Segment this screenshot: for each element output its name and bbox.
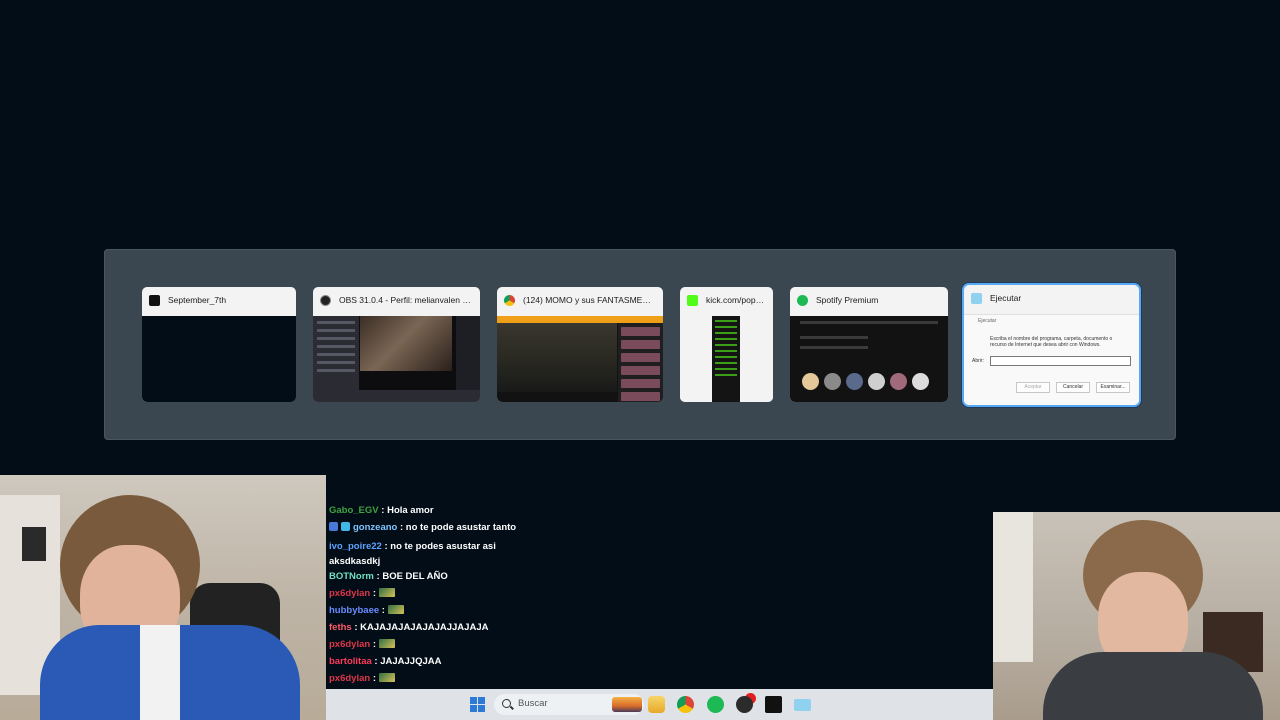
run-dialog-description: Escriba el nombre del programa, carpeta,… [990,336,1113,348]
chat-message: hubbybaee : [329,605,404,616]
run-dialog-icon [971,292,982,304]
chat-username: BOTNorm [329,571,374,582]
chrome-icon [504,294,515,306]
app-icon-black [149,294,160,306]
search-icon [502,699,511,708]
window-card-chrome[interactable]: (124) MOMO y sus FANTASMEADAS... [497,287,663,402]
emote-icon [387,605,404,614]
black-app-icon[interactable] [765,696,782,713]
chat-message: BOTNorm : BOE DEL AÑO [329,571,448,582]
chat-username: px6dylan [329,639,371,650]
obs-icon [320,294,331,306]
window-card-run[interactable]: Ejecutar Ejecutar Escriba el nombre del … [964,285,1139,405]
window-preview [680,316,773,402]
chat-message: gonzeano : no te pode asustar tanto [329,522,516,533]
emote-icon [379,588,395,597]
chat-username: Gabo_EGV [329,505,379,516]
chat-text: KAJAJAJAJAJAJAJJAJAJA [360,622,489,633]
window-title: September_7th [168,295,227,305]
window-title: kick.com/popo... [706,295,766,305]
search-placeholder: Buscar [518,698,548,709]
window-preview [790,316,948,402]
chat-username: bartolitaa [329,656,372,667]
chat-message: feths : KAJAJAJAJAJAJAJJAJAJA [329,622,489,633]
chrome-icon[interactable] [677,696,694,713]
run-dialog-open-label: Abrir: [972,358,984,364]
chat-text: Hola amor [387,505,434,516]
badge-icon [341,522,350,531]
emote-icon [379,639,395,648]
chat-message: px6dylan : [329,673,395,684]
chat-message: Gabo_EGV : Hola amor [329,505,434,516]
chat-message: px6dylan : [329,588,395,599]
taskbar-search-box[interactable]: Buscar [494,694,644,715]
chat-username: hubbybaee [329,605,380,616]
kick-icon [687,294,698,306]
chat-username: px6dylan [329,673,371,684]
chat-message: px6dylan : [329,639,395,650]
spotify-icon[interactable] [707,696,724,713]
badge-icon [329,522,338,531]
chat-username: ivo_poire22 [329,541,382,552]
run-dialog-cancel-button: Cancelar [1056,382,1090,393]
window-title: Ejecutar [990,293,1022,303]
chat-username: feths [329,622,352,633]
window-card-kick[interactable]: kick.com/popo... [680,287,773,402]
emote-icon [379,673,395,682]
obs-icon[interactable] [736,696,753,713]
window-title: (124) MOMO y sus FANTASMEADAS... [523,295,656,305]
windows-start-icon[interactable] [470,697,485,712]
chat-text: BOE DEL AÑO [382,571,448,582]
run-dialog-preview: Ejecutar Escriba el nombre del programa,… [964,314,1139,405]
window-card-spotify[interactable]: Spotify Premium [790,287,948,402]
window-preview [313,316,480,402]
window-title: Spotify Premium [816,295,879,305]
window-card-obs[interactable]: OBS 31.0.4 - Perfil: melianvalen kick... [313,287,480,402]
window-preview [142,316,296,402]
window-card-september[interactable]: September_7th [142,287,296,402]
chat-text: no te pode asustar tanto [405,522,517,533]
run-dialog-title: Ejecutar [978,318,997,324]
spotify-icon [797,294,808,306]
file-explorer-icon[interactable] [648,696,665,713]
run-dialog-accept-button: Aceptar [1016,382,1050,393]
window-preview [497,316,663,402]
chat-message: ivo_poire22 : no te podes asustar asi ak… [329,541,496,567]
run-dialog-browse-button: Examinar... [1096,382,1130,393]
chat-username: px6dylan [329,588,371,599]
task-switcher: September_7th OBS 31.0.4 - Perfil: melia… [104,249,1176,440]
stream-chat: Gabo_EGV : Hola amor gonzeano : no te po… [326,505,540,720]
search-highlight-image [612,697,642,712]
taskbar: Buscar [326,689,993,720]
webcam-left [0,475,326,720]
run-dialog-input [990,356,1131,366]
chat-message: bartolitaa : JAJAJJQJAA [329,656,442,667]
chat-text: JAJAJJQJAA [380,656,442,667]
webcam-right [993,512,1280,720]
run-icon[interactable] [794,699,811,711]
window-title: OBS 31.0.4 - Perfil: melianvalen kick... [339,295,473,305]
chat-username: gonzeano [353,522,398,533]
